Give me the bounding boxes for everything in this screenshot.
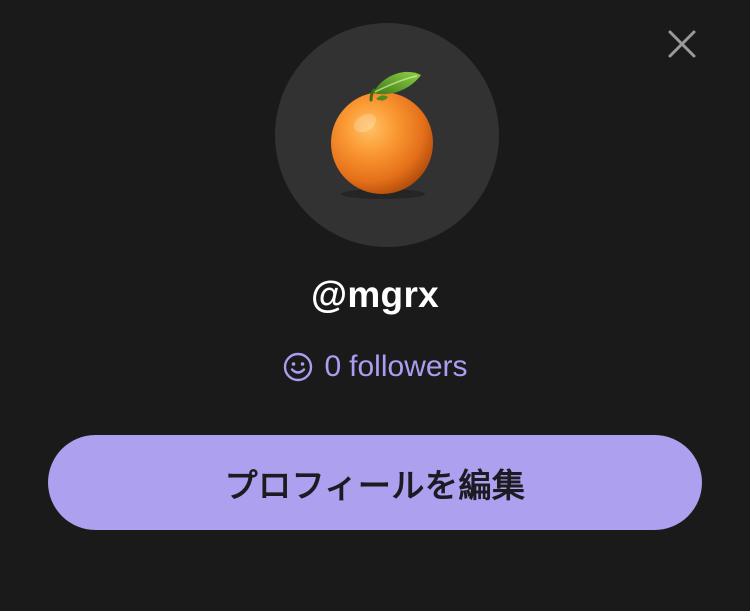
orange-emoji-icon [331, 71, 433, 199]
avatar [275, 23, 499, 247]
followers-link[interactable]: 0 followers [0, 345, 750, 389]
profile-dialog: @mgrx 0 followers プロフィールを編集 [0, 0, 750, 611]
followers-label: followers [349, 350, 468, 383]
smile-icon [282, 351, 314, 383]
edit-profile-button[interactable]: プロフィールを編集 [48, 435, 702, 530]
username: @mgrx [310, 274, 440, 315]
edit-profile-label: プロフィールを編集 [224, 466, 526, 504]
close-button[interactable] [660, 22, 704, 66]
followers-count: 0 [324, 350, 342, 383]
close-icon [668, 30, 696, 58]
